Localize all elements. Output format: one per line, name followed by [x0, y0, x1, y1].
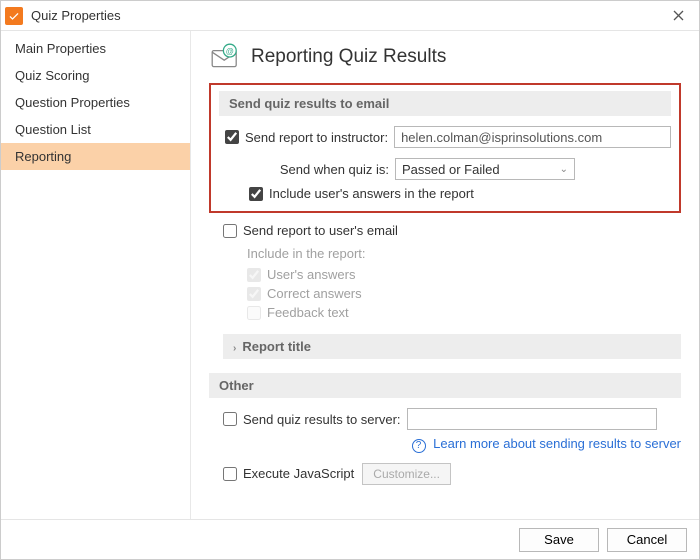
- send-when-value: Passed or Failed: [402, 162, 500, 177]
- send-user-email-label: Send report to user's email: [243, 223, 398, 238]
- sidebar-item-question-list[interactable]: Question List: [1, 116, 190, 143]
- window-title: Quiz Properties: [31, 8, 663, 23]
- opt-feedback-label: Feedback text: [267, 305, 349, 320]
- cancel-button[interactable]: Cancel: [607, 528, 687, 552]
- sidebar-item-question-properties[interactable]: Question Properties: [1, 89, 190, 116]
- email-section-header: Send quiz results to email: [219, 91, 671, 116]
- opt-user-answers-checkbox: [247, 268, 261, 282]
- titlebar: Quiz Properties: [1, 1, 699, 31]
- include-in-report-header: Include in the report:: [247, 246, 681, 261]
- dialog-footer: Save Cancel: [1, 519, 699, 559]
- sidebar-item-quiz-scoring[interactable]: Quiz Scoring: [1, 62, 190, 89]
- opt-correct-answers-label: Correct answers: [267, 286, 362, 301]
- page-title: Reporting Quiz Results: [251, 46, 446, 68]
- sidebar: Main Properties Quiz Scoring Question Pr…: [1, 31, 191, 519]
- app-icon: [5, 7, 23, 25]
- server-url-input[interactable]: [407, 408, 657, 430]
- send-server-checkbox[interactable]: [223, 412, 237, 426]
- send-user-email-checkbox[interactable]: [223, 224, 237, 238]
- reporting-icon: @: [209, 41, 241, 73]
- other-section-header: Other: [209, 373, 681, 398]
- email-results-group: Send quiz results to email Send report t…: [209, 83, 681, 213]
- include-answers-label: Include user's answers in the report: [269, 186, 474, 201]
- send-instructor-checkbox[interactable]: [225, 130, 239, 144]
- send-instructor-label: Send report to instructor:: [245, 130, 388, 145]
- chevron-right-icon: ›: [233, 343, 236, 354]
- close-button[interactable]: [663, 4, 693, 28]
- opt-feedback-checkbox: [247, 306, 261, 320]
- customize-button: Customize...: [362, 463, 451, 485]
- report-title-label: Report title: [242, 339, 311, 354]
- report-title-expander[interactable]: › Report title: [223, 334, 681, 359]
- opt-user-answers-label: User's answers: [267, 267, 355, 282]
- exec-js-label: Execute JavaScript: [243, 466, 354, 481]
- content-pane: @ Reporting Quiz Results Send quiz resul…: [191, 31, 699, 519]
- sidebar-item-main-properties[interactable]: Main Properties: [1, 35, 190, 62]
- send-server-label: Send quiz results to server:: [243, 412, 401, 427]
- sidebar-item-reporting[interactable]: Reporting: [1, 143, 190, 170]
- include-answers-checkbox[interactable]: [249, 187, 263, 201]
- chevron-down-icon: ⌄: [560, 164, 568, 175]
- exec-js-checkbox[interactable]: [223, 467, 237, 481]
- send-when-select[interactable]: Passed or Failed ⌄: [395, 158, 575, 180]
- help-icon: ?: [412, 439, 426, 453]
- save-button[interactable]: Save: [519, 528, 599, 552]
- svg-text:@: @: [226, 47, 234, 56]
- instructor-email-input[interactable]: [394, 126, 671, 148]
- opt-correct-answers-checkbox: [247, 287, 261, 301]
- learn-more-link[interactable]: Learn more about sending results to serv…: [433, 436, 681, 451]
- send-when-label: Send when quiz is:: [249, 162, 389, 177]
- send-instructor-row: Send report to instructor:: [225, 130, 388, 145]
